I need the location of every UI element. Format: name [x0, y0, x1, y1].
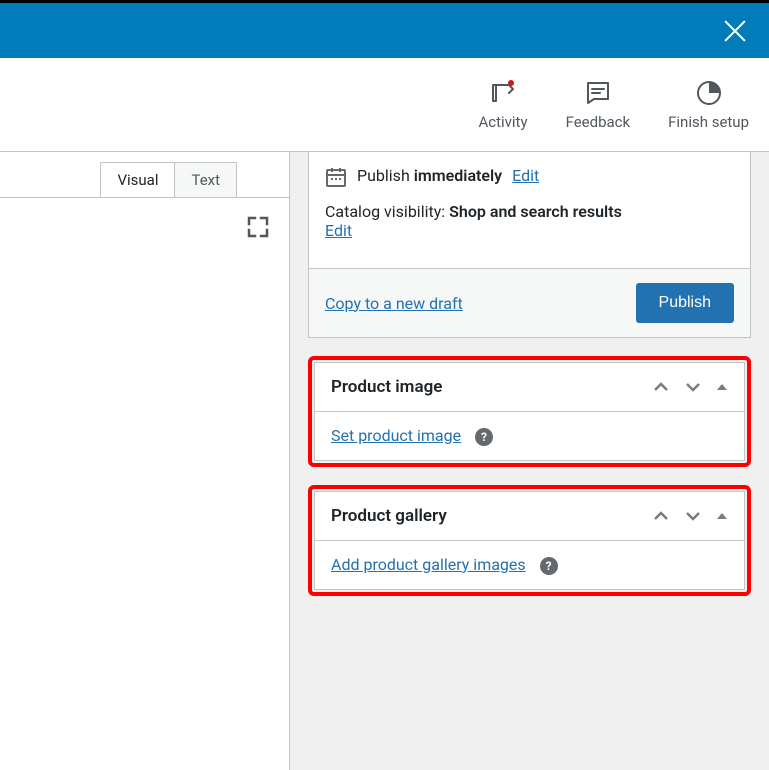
feedback-label: Feedback [566, 113, 631, 131]
catalog-visibility-row: Catalog visibility: Shop and search resu… [325, 202, 734, 240]
add-gallery-images-link[interactable]: Add product gallery images [331, 555, 526, 574]
product-image-panel: Product image Set product image ? [314, 362, 745, 461]
product-gallery-panel: Product gallery Add product gallery imag… [314, 491, 745, 590]
publish-schedule-row: Publish immediately Edit [325, 166, 734, 188]
publish-when: immediately [414, 166, 502, 185]
help-icon[interactable]: ? [475, 428, 493, 446]
move-up-icon[interactable] [652, 378, 670, 396]
copy-draft-link[interactable]: Copy to a new draft [325, 294, 463, 313]
top-banner [0, 0, 769, 58]
catalog-visibility-value: Shop and search results [449, 202, 622, 221]
finish-setup-button[interactable]: Finish setup [668, 79, 749, 131]
fullscreen-icon[interactable] [247, 216, 269, 238]
publish-label: Publish [357, 166, 410, 185]
set-product-image-link[interactable]: Set product image [331, 426, 461, 445]
collapse-icon[interactable] [716, 381, 728, 393]
catalog-visibility-label: Catalog visibility: [325, 202, 445, 221]
tab-text[interactable]: Text [175, 162, 237, 198]
sidebar-column: Publish immediately Edit Catalog visibil… [290, 152, 769, 770]
help-icon[interactable]: ? [540, 557, 558, 575]
tab-visual[interactable]: Visual [100, 162, 175, 198]
main-layout: Visual Text Publish immediately Edit [0, 152, 769, 770]
finish-setup-label: Finish setup [668, 113, 749, 131]
calendar-icon [325, 166, 347, 188]
close-icon[interactable] [721, 17, 749, 45]
activity-icon [489, 79, 517, 107]
publish-panel: Publish immediately Edit Catalog visibil… [308, 152, 751, 338]
edit-publish-link[interactable]: Edit [512, 166, 539, 185]
finish-setup-icon [695, 79, 723, 107]
move-up-icon[interactable] [652, 507, 670, 525]
feedback-button[interactable]: Feedback [566, 79, 631, 131]
editor-column: Visual Text [0, 152, 290, 770]
product-image-title: Product image [331, 377, 442, 397]
move-down-icon[interactable] [684, 507, 702, 525]
collapse-icon[interactable] [716, 510, 728, 522]
feedback-icon [584, 79, 612, 107]
editor-tabs: Visual Text [0, 162, 289, 198]
move-down-icon[interactable] [684, 378, 702, 396]
admin-toolbar: Activity Feedback Finish setup [0, 58, 769, 152]
product-gallery-highlight: Product gallery Add product gallery imag… [308, 485, 751, 596]
product-gallery-title: Product gallery [331, 506, 447, 526]
editor-body[interactable] [0, 197, 289, 497]
activity-label: Activity [478, 113, 527, 131]
edit-catalog-link[interactable]: Edit [325, 221, 352, 240]
publish-panel-footer: Copy to a new draft Publish [309, 268, 750, 337]
product-image-highlight: Product image Set product image ? [308, 356, 751, 467]
publish-button[interactable]: Publish [636, 283, 734, 323]
activity-button[interactable]: Activity [478, 79, 527, 131]
